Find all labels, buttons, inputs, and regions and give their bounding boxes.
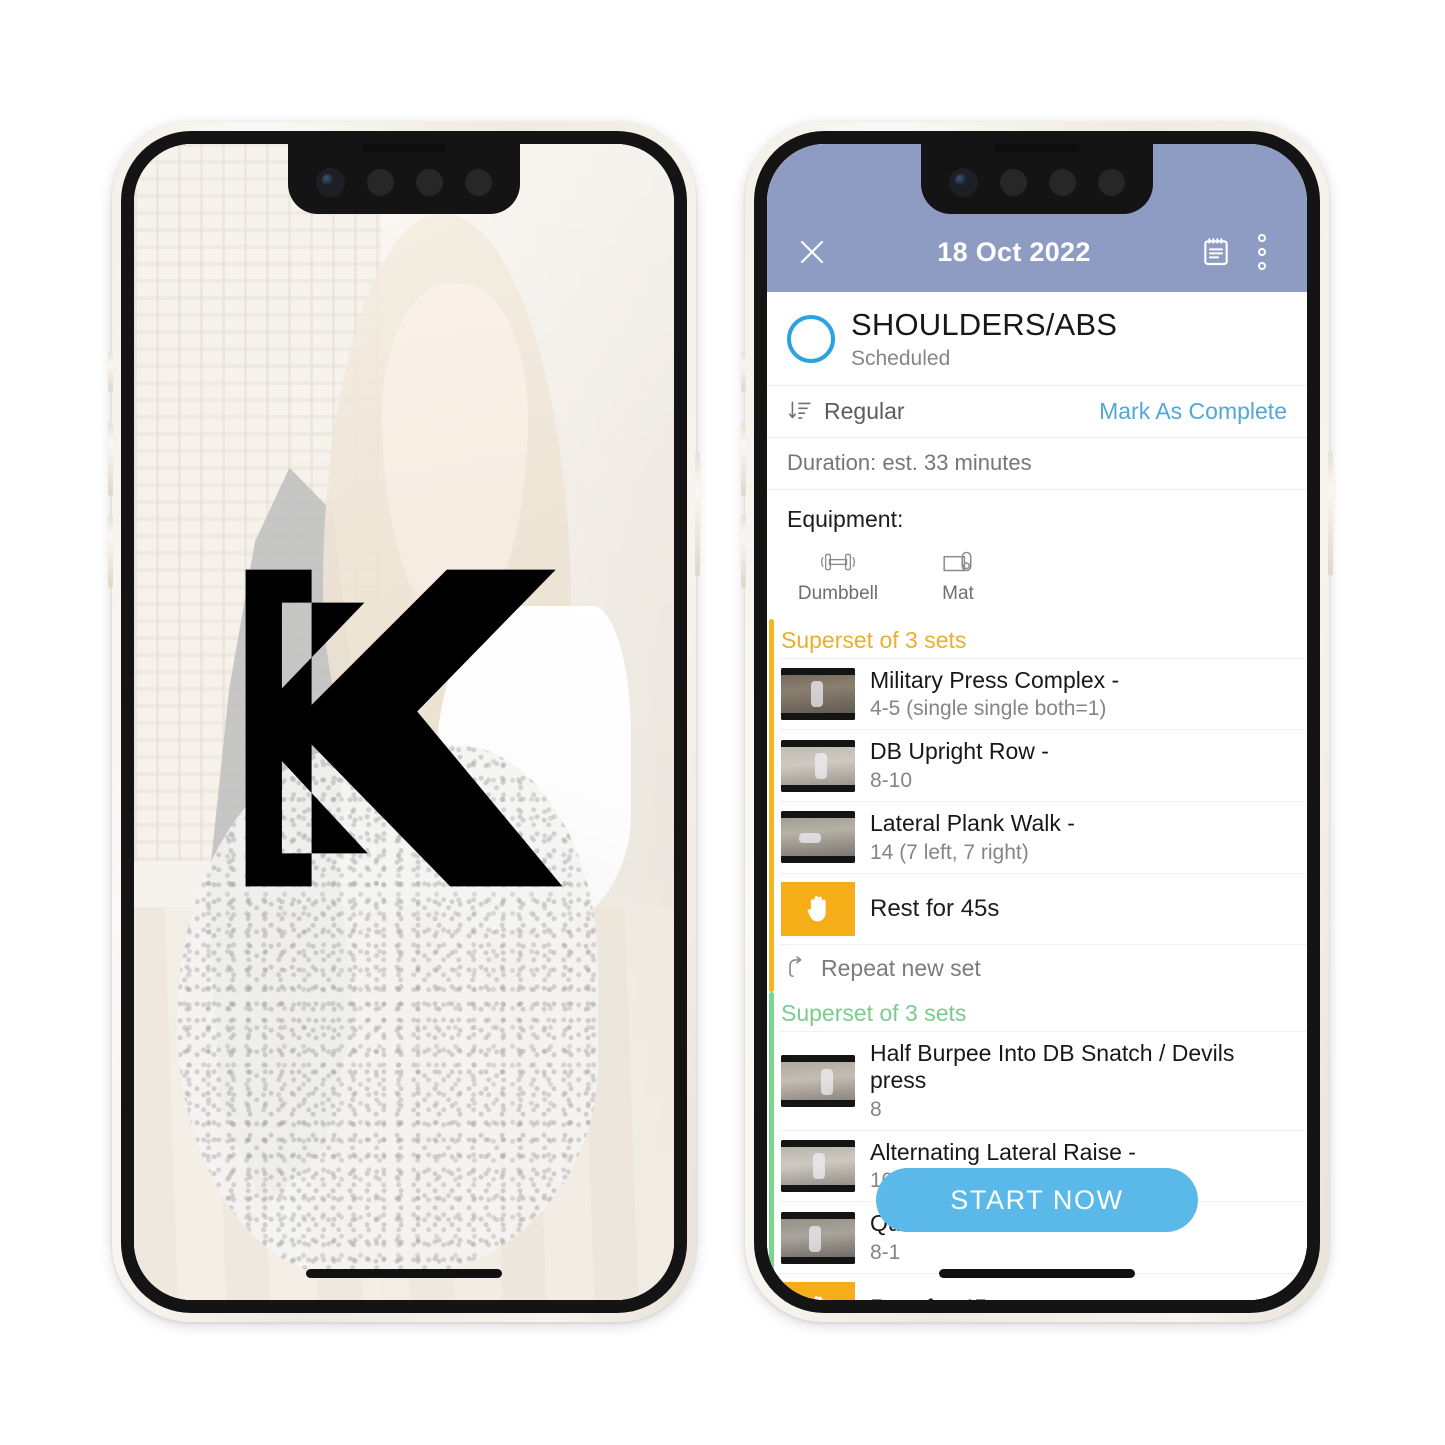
exercise-row[interactable]: Half Burpee Into DB Snatch / Devils pres…: [779, 1030, 1307, 1130]
workout-name: SHOULDERS/ABS: [851, 307, 1118, 342]
kx-logo: [239, 563, 569, 893]
close-button[interactable]: [789, 229, 835, 275]
front-camera-icon-right: [949, 167, 978, 197]
exercise-name: Half Burpee Into DB Snatch / Devils pres…: [870, 1039, 1235, 1094]
phone-right: 18 Oct 2022 SHOULDERS/ABS Scheduled Regu…: [741, 122, 1333, 1322]
repeat-icon: [789, 956, 802, 978]
equipment-label: Mat: [942, 582, 974, 604]
power-button-right[interactable]: [1328, 452, 1333, 576]
start-now-button[interactable]: START NOW: [876, 1168, 1198, 1232]
home-indicator-left[interactable]: [306, 1269, 502, 1278]
ambient-light-sensor-icon: [416, 168, 443, 196]
rest-label: Rest for 45s: [870, 894, 1000, 922]
home-indicator-right[interactable]: [939, 1269, 1135, 1278]
workout-mode-row: Regular Mark As Complete: [767, 384, 1307, 437]
repeat-label: Repeat new set: [821, 954, 981, 981]
workout-app: 18 Oct 2022 SHOULDERS/ABS Scheduled Regu…: [767, 144, 1307, 1300]
rest-label: Rest for 45s: [870, 1295, 999, 1300]
repeat-row[interactable]: Repeat new set: [779, 943, 1307, 992]
mark-as-complete-link[interactable]: Mark As Complete: [1099, 398, 1287, 425]
notepad-icon: [1204, 238, 1228, 266]
proximity-sensor-icon-right: [1000, 168, 1027, 196]
header-date-title: 18 Oct 2022: [937, 236, 1091, 267]
power-button[interactable]: [695, 452, 700, 576]
phone-right-bezel: 18 Oct 2022 SHOULDERS/ABS Scheduled Regu…: [754, 131, 1320, 1313]
close-icon: [800, 240, 824, 264]
equipment-item-mat[interactable]: Mat: [915, 547, 1001, 605]
volume-up-button[interactable]: [108, 422, 113, 496]
exercise-name: Military Press Complex -: [870, 666, 1120, 693]
phone-left-bezel: [121, 131, 687, 1313]
exercise-row[interactable]: DB Upright Row - 8-10: [779, 729, 1307, 801]
phone-right-screen: 18 Oct 2022 SHOULDERS/ABS Scheduled Regu…: [767, 144, 1307, 1300]
workout-detail-body[interactable]: SHOULDERS/ABS Scheduled Regular Mark As …: [767, 292, 1307, 1300]
equipment-title: Equipment:: [787, 505, 904, 532]
dot-projector-icon: [465, 168, 492, 196]
superset-label: Superset of 3 sets: [781, 999, 967, 1026]
volume-down-button[interactable]: [108, 514, 113, 588]
exercise-thumbnail[interactable]: [781, 1054, 855, 1107]
mute-switch[interactable]: [108, 352, 113, 392]
exercise-name: Alternating Lateral Raise -: [870, 1138, 1136, 1165]
mute-switch-right[interactable]: [741, 352, 746, 392]
rest-icon-box: [781, 1281, 855, 1300]
proximity-sensor-icon: [367, 168, 394, 196]
exercise-thumbnail[interactable]: [781, 668, 855, 721]
volume-up-button-right[interactable]: [741, 422, 746, 496]
exercise-reps: 14 (7 left, 7 right): [870, 840, 1029, 864]
exercise-reps: 8: [870, 1097, 882, 1121]
more-vertical-icon: [1258, 234, 1266, 270]
exercise-reps: 8-1: [870, 1240, 901, 1264]
equipment-label: Dumbbell: [797, 582, 879, 604]
hand-stop-icon: [807, 895, 826, 921]
superset-block: Superset of 3 sets Military Press Comple…: [767, 618, 1307, 992]
dumbbell-icon: [820, 553, 856, 570]
ambient-light-sensor-icon-right: [1049, 168, 1076, 196]
exercise-thumbnail[interactable]: [781, 811, 855, 864]
exercise-name: Lateral Plank Walk -: [870, 809, 1075, 836]
exercise-thumbnail[interactable]: [781, 1139, 855, 1192]
overflow-menu-button[interactable]: [1239, 229, 1285, 275]
circle-unchecked-icon[interactable]: [787, 315, 835, 364]
volume-down-button-right[interactable]: [741, 514, 746, 588]
exercise-reps: 8-10: [870, 768, 913, 792]
workout-mode-label: Regular: [824, 397, 905, 424]
workout-duration: Duration: est. 33 minutes: [767, 436, 1307, 489]
splash-screen: [134, 144, 674, 1300]
rest-icon-box: [781, 881, 855, 936]
superset-label: Superset of 3 sets: [781, 626, 967, 653]
exercise-reps: 4-5 (single single both=1): [870, 697, 1107, 721]
rest-row[interactable]: Rest for 45s: [779, 872, 1307, 944]
mat-icon: [943, 551, 972, 571]
sort-descending-icon: [788, 401, 811, 420]
equipment-block: Equipment: Dumbbell Mat: [767, 488, 1307, 619]
exercise-row[interactable]: Military Press Complex - 4-5 (single sin…: [779, 657, 1307, 730]
hand-stop-icon: [811, 1295, 826, 1300]
equipment-item-dumbbell[interactable]: Dumbbell: [795, 547, 881, 605]
exercise-row[interactable]: Lateral Plank Walk - 14 (7 left, 7 right…: [779, 800, 1307, 873]
exercise-thumbnail[interactable]: [781, 739, 855, 792]
phone-right-notch: [921, 144, 1153, 214]
phone-left-notch: [288, 144, 520, 214]
phone-left: [108, 122, 700, 1322]
exercise-thumbnail[interactable]: [781, 1211, 855, 1264]
screenshot-canvas: 18 Oct 2022 SHOULDERS/ABS Scheduled Regu…: [0, 0, 1445, 1445]
earpiece-speaker-right: [994, 144, 1080, 152]
phone-left-screen: [134, 144, 674, 1300]
dot-projector-icon-right: [1098, 168, 1125, 196]
exercise-name: DB Upright Row -: [870, 738, 1049, 765]
workout-title-row[interactable]: SHOULDERS/ABS Scheduled: [767, 292, 1307, 385]
workout-status: Scheduled: [851, 346, 951, 370]
earpiece-speaker: [361, 144, 447, 152]
front-camera-icon: [316, 167, 345, 197]
notes-button[interactable]: [1193, 229, 1239, 275]
superset-block: Superset of 3 sets Half Burpee Into DB S…: [767, 991, 1307, 1300]
